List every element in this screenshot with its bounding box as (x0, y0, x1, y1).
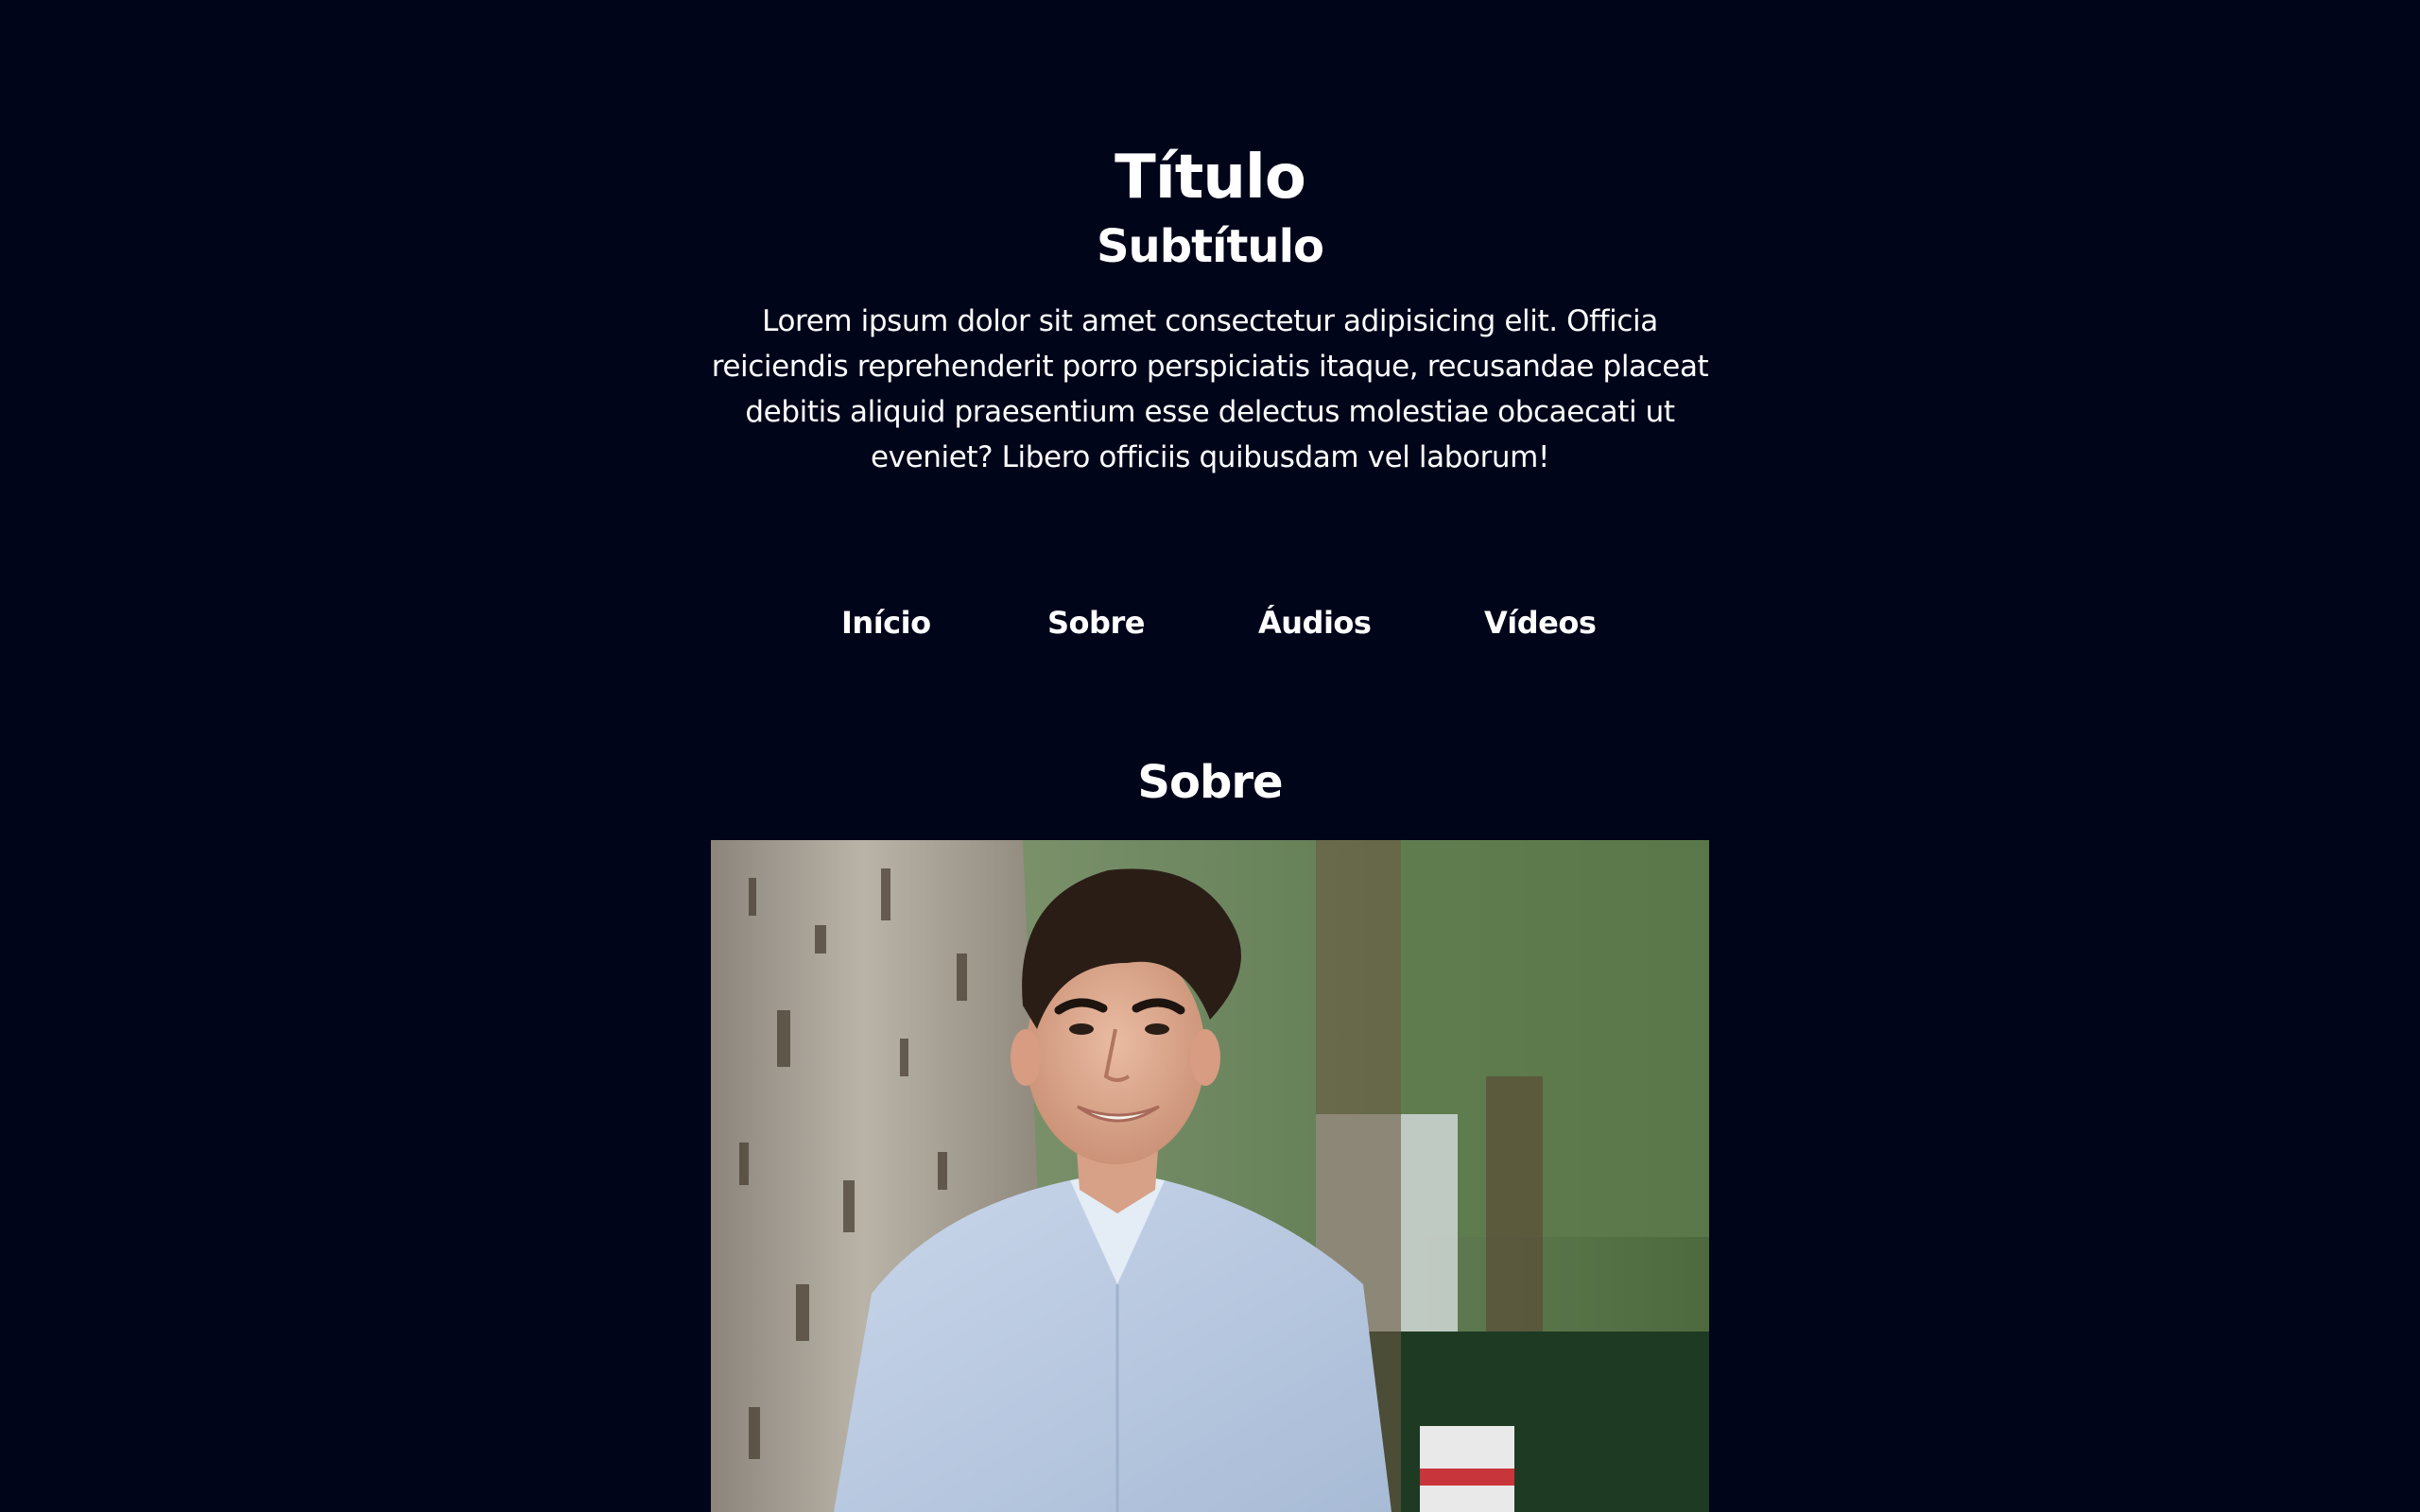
page-subtitle: Subtítulo (1096, 219, 1324, 273)
page-title: Título (1115, 143, 1306, 213)
nav-link-sobre[interactable]: Sobre (1047, 605, 1145, 641)
page: Título Subtítulo Lorem ipsum dolor sit a… (0, 0, 2420, 1512)
main-nav: Início Sobre Áudios Vídeos (0, 605, 2420, 658)
intro-paragraph: Lorem ipsum dolor sit amet consectetur a… (711, 304, 1709, 475)
nav-link-videos[interactable]: Vídeos (1484, 605, 1597, 641)
portrait-photo-icon (711, 840, 1709, 1512)
nav-link-inicio[interactable]: Início (841, 605, 931, 641)
nav-link-audios[interactable]: Áudios (1258, 605, 1372, 641)
profile-photo (711, 840, 1709, 1512)
about-heading: Sobre (1137, 756, 1283, 809)
site-header: Título Subtítulo Lorem ipsum dolor sit a… (0, 142, 2420, 480)
